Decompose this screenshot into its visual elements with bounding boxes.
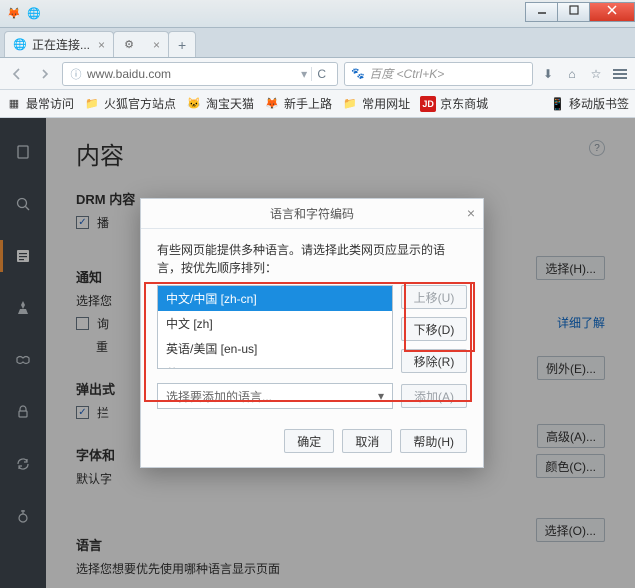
tab-strip: 🌐 正在连接... × ⚙ × +: [0, 28, 635, 58]
modal-close-button[interactable]: ×: [467, 205, 475, 221]
folder-icon: 📁: [84, 96, 100, 112]
globe-icon: ⓘ: [69, 67, 83, 81]
jd-icon: JD: [420, 96, 436, 112]
nav-toolbar: ⓘ www.baidu.com ▾ C 🐾 百度 <Ctrl+K> ⬇ ⌂ ☆: [0, 58, 635, 90]
tab-label: 正在连接...: [32, 36, 90, 53]
url-text: www.baidu.com: [87, 67, 297, 81]
bookmark-newuser[interactable]: 🦊新手上路: [264, 95, 332, 112]
add-button[interactable]: 添加(A): [401, 384, 467, 408]
dropdown-icon[interactable]: ▾: [301, 67, 307, 81]
home-icon[interactable]: ⌂: [563, 65, 581, 83]
move-down-button[interactable]: 下移(D): [401, 317, 467, 341]
language-order-buttons: 上移(U) 下移(D) 移除(R): [401, 285, 467, 373]
tab-close-icon[interactable]: ×: [98, 38, 105, 52]
bookmark-label: 常用网址: [362, 95, 410, 112]
tab-loading[interactable]: 🌐 正在连接... ×: [4, 31, 114, 57]
language-item[interactable]: 英语/美国 [en-us]: [158, 336, 392, 361]
search-placeholder: 百度 <Ctrl+K>: [369, 65, 526, 82]
bookmark-label: 最常访问: [26, 95, 74, 112]
language-modal: 语言和字符编码 × 有些网页能提供多种语言。请选择此类网页应显示的语言，按优先顺…: [140, 198, 484, 468]
remove-button[interactable]: 移除(R): [401, 349, 467, 373]
dropdown-placeholder: 选择要添加的语言...: [166, 388, 272, 405]
bookmark-label: 新手上路: [284, 95, 332, 112]
tab-settings[interactable]: ⚙ ×: [113, 31, 169, 57]
grid-icon: ▦: [6, 96, 22, 112]
firefox-icon: 🦊: [264, 96, 280, 112]
bookmark-label: 移动版书签: [569, 95, 629, 112]
bookmark-label: 火狐官方站点: [104, 95, 176, 112]
modal-footer: 确定 取消 帮助(H): [157, 429, 467, 453]
language-item[interactable]: 中文 [zh]: [158, 311, 392, 336]
language-selection-area: 中文/中国 [zh-cn] 中文 [zh] 英语/美国 [en-us] 英语 […: [157, 285, 467, 373]
bookmarks-icon[interactable]: ☆: [587, 65, 605, 83]
new-tab-button[interactable]: +: [168, 31, 196, 57]
reload-button[interactable]: C: [311, 67, 331, 81]
tab-close-icon[interactable]: ×: [153, 38, 160, 52]
search-bar[interactable]: 🐾 百度 <Ctrl+K>: [344, 62, 533, 86]
bookmark-label: 京东商城: [440, 95, 488, 112]
globe-icon: 🌐: [26, 6, 42, 22]
baidu-icon: 🐾: [351, 67, 365, 81]
downloads-icon[interactable]: ⬇: [539, 65, 557, 83]
maximize-button[interactable]: [557, 2, 589, 22]
plus-icon: +: [178, 37, 186, 53]
ok-button[interactable]: 确定: [284, 429, 334, 453]
bookmark-jd[interactable]: JD京东商城: [420, 95, 488, 112]
language-listbox[interactable]: 中文/中国 [zh-cn] 中文 [zh] 英语/美国 [en-us] 英语 […: [157, 285, 393, 369]
modal-titlebar: 语言和字符编码 ×: [141, 199, 483, 229]
bookmark-label: 淘宝天猫: [206, 95, 254, 112]
close-button[interactable]: [589, 2, 635, 22]
mobile-bookmarks[interactable]: 📱 移动版书签: [550, 95, 629, 112]
titlebar-icons: 🦊 🌐: [0, 6, 525, 22]
nav-right-icons: ⬇ ⌂ ☆: [539, 65, 629, 83]
url-bar[interactable]: ⓘ www.baidu.com ▾ C: [62, 62, 338, 86]
globe-icon: 🌐: [13, 38, 27, 52]
mobile-icon: 📱: [550, 97, 565, 111]
forward-button[interactable]: [34, 63, 56, 85]
bookmark-mostvisited[interactable]: ▦最常访问: [6, 95, 74, 112]
move-up-button[interactable]: 上移(U): [401, 285, 467, 309]
minimize-button[interactable]: [525, 2, 557, 22]
menu-button[interactable]: [611, 65, 629, 83]
modal-title-text: 语言和字符编码: [270, 205, 354, 222]
window-titlebar: 🦊 🌐: [0, 0, 635, 28]
cancel-button[interactable]: 取消: [342, 429, 392, 453]
modal-body: 有些网页能提供多种语言。请选择此类网页应显示的语言，按优先顺序排列： 中文/中国…: [141, 229, 483, 467]
language-add-dropdown[interactable]: 选择要添加的语言... ▾: [157, 383, 393, 409]
back-button[interactable]: [6, 63, 28, 85]
window-controls: [525, 6, 635, 22]
cat-icon: 🐱: [186, 96, 202, 112]
chevron-down-icon: ▾: [378, 389, 384, 403]
bookmark-taobao[interactable]: 🐱淘宝天猫: [186, 95, 254, 112]
bookmark-folder-ff[interactable]: 📁火狐官方站点: [84, 95, 176, 112]
language-item[interactable]: 英语 [en]: [158, 361, 392, 369]
firefox-icon: 🦊: [6, 6, 22, 22]
help-button[interactable]: 帮助(H): [400, 429, 467, 453]
gear-icon: ⚙: [122, 38, 136, 52]
modal-description: 有些网页能提供多种语言。请选择此类网页应显示的语言，按优先顺序排列：: [157, 241, 467, 277]
bookmarks-toolbar: ▦最常访问 📁火狐官方站点 🐱淘宝天猫 🦊新手上路 📁常用网址 JD京东商城 📱…: [0, 90, 635, 118]
language-add-row: 选择要添加的语言... ▾ 添加(A): [157, 383, 467, 409]
folder-icon: 📁: [342, 96, 358, 112]
bookmark-folder-common[interactable]: 📁常用网址: [342, 95, 410, 112]
language-item[interactable]: 中文/中国 [zh-cn]: [158, 286, 392, 311]
